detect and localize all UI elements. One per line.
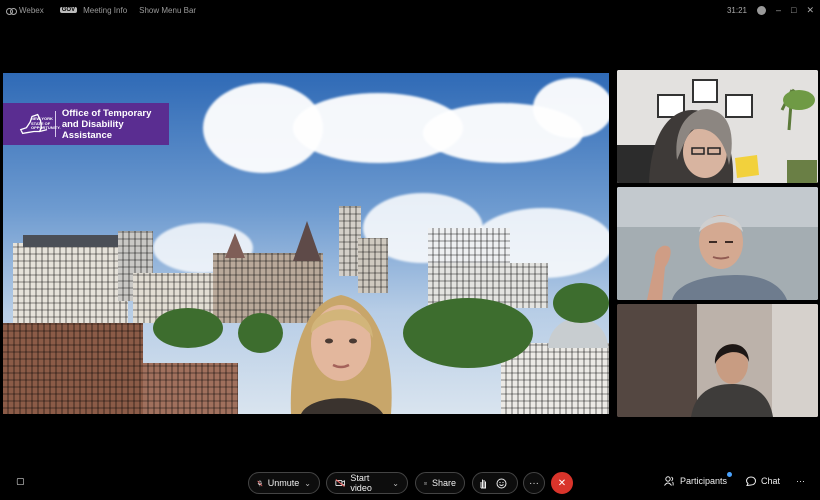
unmute-label: Unmute <box>267 478 300 488</box>
chevron-down-icon[interactable]: ⌄ <box>392 479 399 488</box>
building <box>13 243 128 323</box>
brick-building <box>143 363 238 414</box>
speaker-indicator-icon <box>757 5 766 15</box>
chat-panel-toggle-button[interactable]: ▢ <box>16 476 25 487</box>
more-options-button[interactable]: ··· <box>523 472 545 494</box>
cloud <box>533 78 609 138</box>
presenter-video <box>290 295 392 414</box>
leave-meeting-button[interactable]: ✕ <box>551 472 573 494</box>
start-video-button[interactable]: Start video ⌄ <box>326 472 408 494</box>
agency-name: Office of Temporary and Disability Assis… <box>62 108 169 141</box>
share-screen-icon <box>424 481 427 485</box>
participant-video-tile[interactable] <box>617 187 818 300</box>
ny-state-tagline: NEW YORK STATE OF OPPORTUNITY. <box>31 116 61 130</box>
participant-video <box>617 70 818 183</box>
raise-hand-icon[interactable] <box>479 478 488 489</box>
tree <box>553 283 609 323</box>
chevron-down-icon[interactable]: ⌄ <box>304 479 311 488</box>
message-panel-icon: ▢ <box>16 476 25 486</box>
participant-video <box>617 304 818 417</box>
office-building <box>428 228 510 268</box>
minimize-button[interactable]: – <box>776 5 781 15</box>
more-icon: ··· <box>796 476 805 486</box>
webex-logo: Webex <box>6 6 44 15</box>
video-off-icon <box>335 479 345 487</box>
meeting-timer: 31:21 <box>726 5 747 15</box>
participants-button[interactable]: Participants <box>664 476 727 486</box>
microphone-muted-icon <box>257 480 263 486</box>
main-video-stage[interactable]: NEW YORK STATE OF OPPORTUNITY. Office of… <box>3 73 609 414</box>
start-video-label: Start video <box>350 473 372 493</box>
brick-building <box>3 323 143 414</box>
gov-badge: GOV <box>59 7 78 13</box>
participants-label: Participants <box>680 476 728 486</box>
tree <box>403 298 533 368</box>
show-menu-bar-link[interactable]: Show Menu Bar <box>139 6 196 15</box>
maximize-button[interactable]: □ <box>791 5 796 15</box>
emoji-reaction-icon[interactable] <box>496 478 507 489</box>
agency-name-line1: Office of Temporary <box>61 107 152 119</box>
reactions-group[interactable] <box>472 472 518 494</box>
webex-icon <box>6 7 17 15</box>
building-roof <box>23 235 118 247</box>
agency-name-line2: and Disability Assistance <box>61 118 124 141</box>
chat-button[interactable]: Chat <box>746 476 780 486</box>
meeting-controls-bar: ▢ Unmute ⌄ Start video ⌄ Share ··· ✕ Par… <box>0 462 820 500</box>
share-label: Share <box>431 478 456 488</box>
meeting-info-link[interactable]: Meeting Info <box>83 6 127 15</box>
notification-dot <box>727 472 732 477</box>
participant-video-tile[interactable] <box>617 304 818 417</box>
overflow-menu-button[interactable]: ··· <box>796 476 805 486</box>
tree <box>153 308 223 348</box>
participant-video <box>617 187 818 300</box>
chat-bubble-icon <box>746 476 756 486</box>
participant-video-tile[interactable] <box>617 70 818 183</box>
odta-logo-banner: NEW YORK STATE OF OPPORTUNITY. Office of… <box>3 103 169 145</box>
participants-icon <box>664 476 674 486</box>
unmute-button[interactable]: Unmute ⌄ <box>248 472 320 494</box>
title-bar: Webex GOV Meeting Info Show Menu Bar 31:… <box>0 0 820 20</box>
chat-label: Chat <box>761 476 781 486</box>
share-button[interactable]: Share <box>415 472 465 494</box>
close-window-button[interactable]: ✕ <box>806 5 814 16</box>
app-name: Webex <box>19 5 44 15</box>
